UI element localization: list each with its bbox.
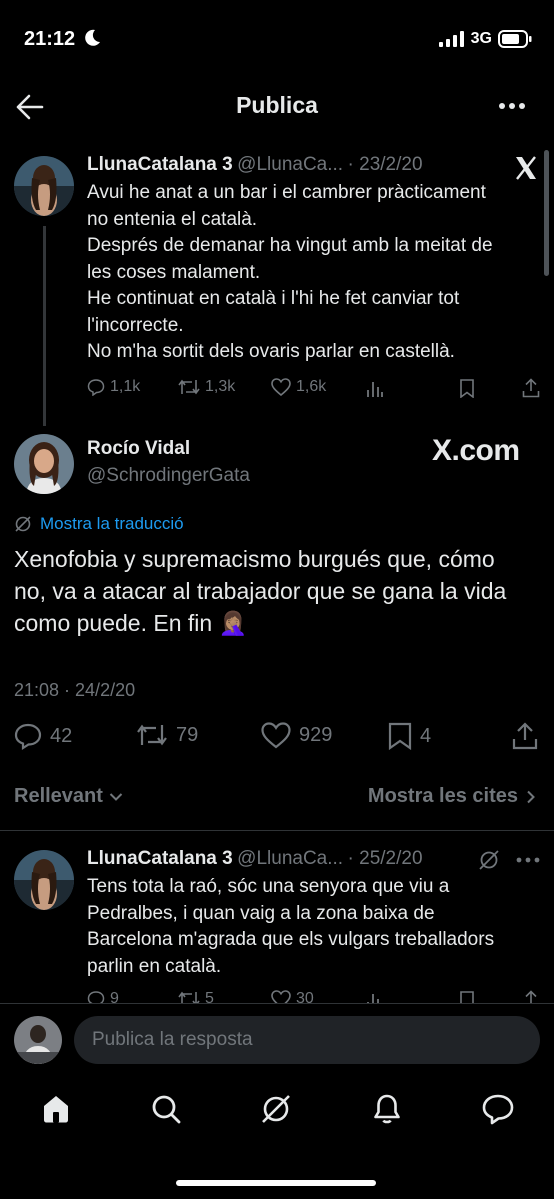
divider	[0, 830, 554, 831]
x-logo-icon	[514, 156, 538, 180]
show-quotes-link[interactable]: Mostra les cites	[368, 785, 536, 808]
reply-input[interactable]: Publica la resposta	[74, 1016, 540, 1064]
like-button[interactable]: 929	[261, 722, 332, 749]
share-icon[interactable]	[512, 722, 538, 750]
status-time: 21:12	[24, 28, 101, 51]
tweet-text: Tens tota la raó, sóc una senyora que vi…	[87, 876, 495, 977]
tweet-header: LlunaCatalana 3 @LlunaCa... · 23/2/20	[87, 154, 423, 176]
avatar[interactable]	[14, 1016, 62, 1064]
signal-icon	[438, 31, 465, 47]
like-button[interactable]: 30	[271, 990, 314, 1003]
username[interactable]: @LlunaCa...	[237, 154, 343, 175]
retweet-icon	[178, 990, 200, 1003]
search-icon[interactable]	[150, 1093, 182, 1125]
retweet-button[interactable]: 1,3k	[178, 378, 235, 396]
chevron-right-icon	[526, 790, 536, 804]
username[interactable]: @SchrodingerGata	[87, 465, 250, 487]
like-icon	[261, 722, 291, 749]
page-title: Publica	[236, 92, 318, 118]
like-icon	[271, 990, 291, 1003]
display-name[interactable]: Rocío Vidal	[87, 438, 190, 460]
reply-button[interactable]: 1,1k	[87, 378, 140, 396]
reply-button[interactable]: 42	[14, 722, 72, 750]
main-tweet-actions: 42 79 929 4	[0, 722, 554, 754]
tweet-text: Xenofobia y supremacismo burgués que, có…	[14, 546, 507, 636]
translate-link[interactable]: Mostra la traducció	[14, 514, 184, 534]
bookmark-icon[interactable]	[459, 991, 475, 1003]
retweet-icon	[178, 378, 200, 396]
views-icon[interactable]	[366, 380, 384, 398]
avatar[interactable]	[14, 850, 74, 910]
reply-icon	[87, 378, 105, 396]
bookmark-button[interactable]: 4	[388, 722, 431, 750]
like-button[interactable]: 1,6k	[271, 378, 326, 396]
more-icon[interactable]	[516, 857, 540, 863]
retweet-icon	[136, 722, 168, 748]
avatar[interactable]	[14, 156, 74, 216]
translate-icon	[14, 515, 32, 533]
grok-icon[interactable]	[478, 849, 500, 871]
messages-icon[interactable]	[481, 1093, 515, 1125]
more-icon[interactable]	[498, 102, 526, 110]
retweet-button[interactable]: 79	[136, 722, 198, 748]
reply-icon	[14, 722, 42, 750]
thread-line	[43, 226, 46, 426]
tweet-actions: 9 5 30	[87, 990, 542, 1003]
battery-icon	[498, 30, 532, 48]
notifications-icon[interactable]	[371, 1093, 403, 1125]
display-name[interactable]: LlunaCatalana 3	[87, 154, 233, 175]
divider	[0, 1003, 554, 1004]
like-icon	[271, 378, 291, 396]
moon-icon	[84, 29, 101, 47]
reply-icon	[87, 990, 105, 1003]
bookmark-icon	[388, 722, 412, 750]
tweet-header: LlunaCatalana 3 @LlunaCa... · 25/2/20	[87, 848, 423, 870]
tweet-actions: 1,1k 1,3k 1,6k	[87, 378, 542, 400]
share-icon[interactable]	[522, 378, 540, 398]
views-icon[interactable]	[366, 992, 384, 1003]
tweet-timestamp: 21:08 · 24/2/20	[14, 680, 136, 700]
tweet-text: Avui he anat a un bar i el cambrer pràct…	[87, 182, 493, 362]
network-label: 3G	[470, 30, 492, 47]
tweet-date: · 25/2/20	[347, 848, 423, 869]
sort-dropdown[interactable]: Rellevant	[14, 785, 123, 808]
retweet-button[interactable]: 5	[178, 990, 214, 1003]
home-indicator	[176, 1180, 376, 1186]
bookmark-icon[interactable]	[459, 379, 475, 398]
chevron-down-icon	[109, 792, 123, 802]
display-name[interactable]: LlunaCatalana 3	[87, 848, 233, 869]
share-icon[interactable]	[522, 990, 540, 1003]
home-icon[interactable]	[40, 1093, 72, 1125]
grok-icon[interactable]	[260, 1093, 292, 1125]
watermark: X.com	[432, 434, 520, 467]
avatar[interactable]	[14, 434, 74, 494]
tweet-date: · 23/2/20	[347, 154, 423, 175]
status-indicators: 3G	[438, 30, 532, 48]
reply-button[interactable]: 9	[87, 990, 119, 1003]
username[interactable]: @LlunaCa...	[237, 848, 343, 869]
scrollbar[interactable]	[544, 150, 549, 276]
